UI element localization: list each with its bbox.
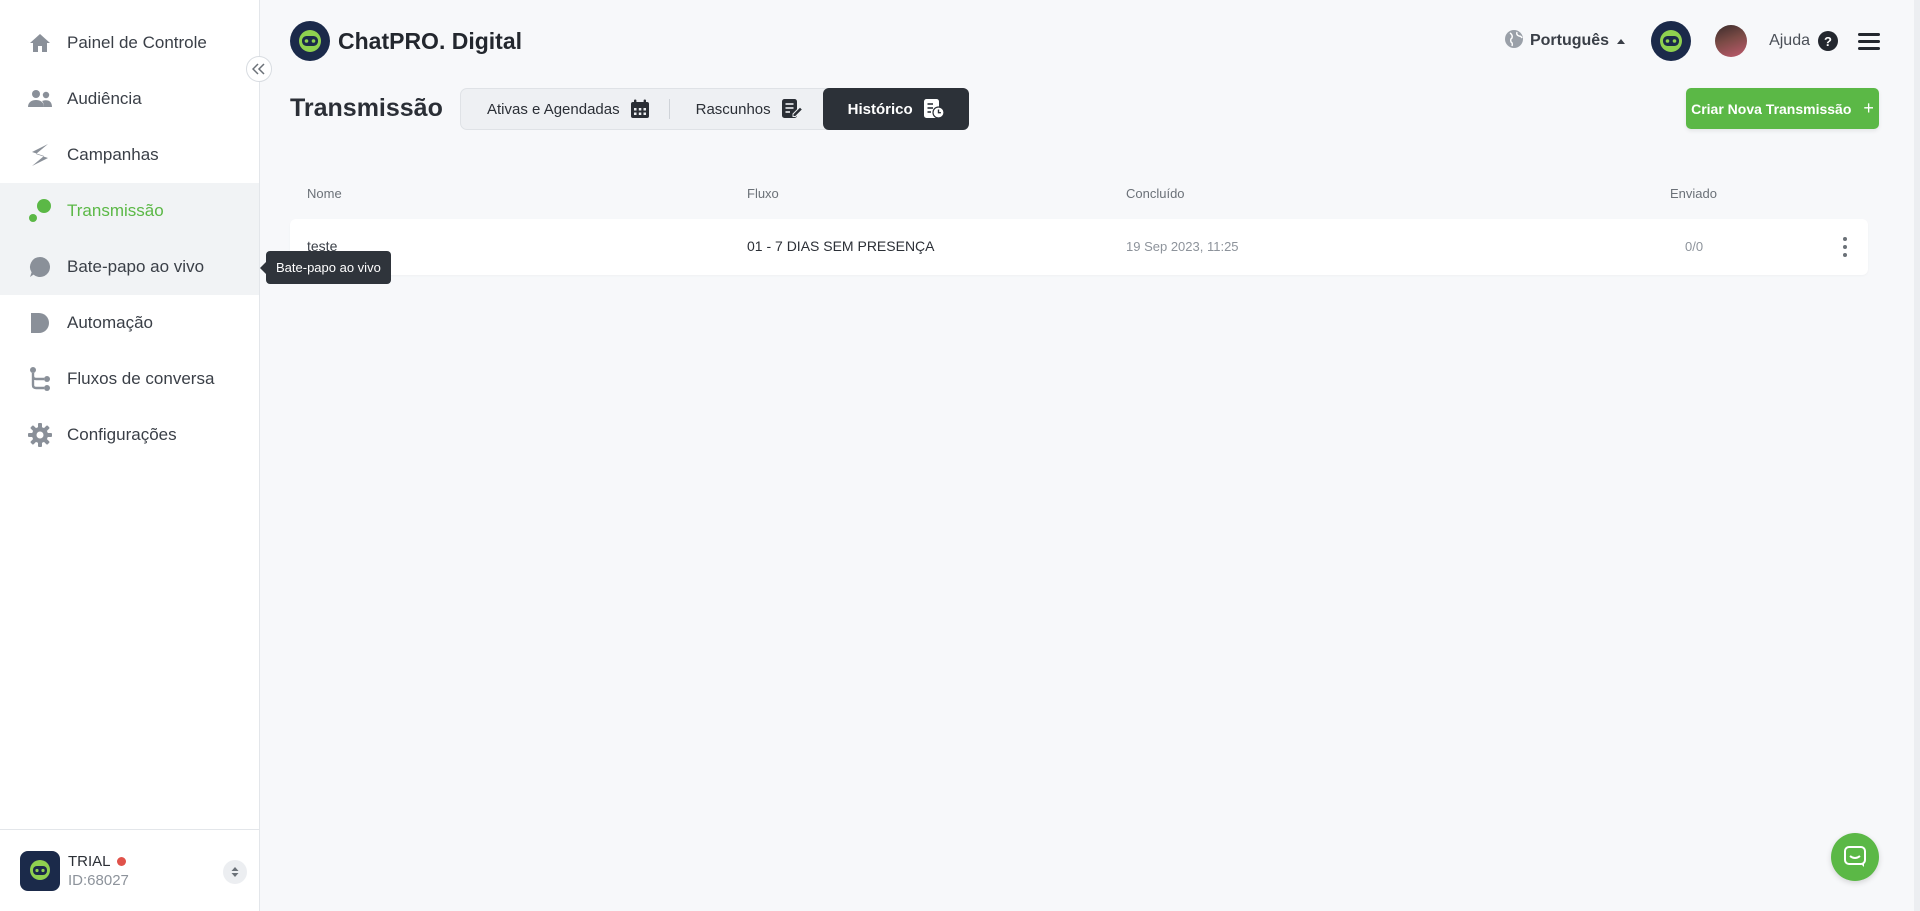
automation-icon [27, 310, 53, 336]
tab-rascunhos[interactable]: Rascunhos [670, 89, 823, 129]
more-options-icon[interactable] [1842, 237, 1848, 257]
question-icon: ? [1818, 31, 1838, 51]
collapse-sidebar-button[interactable] [246, 56, 272, 82]
sidebar-item-audiencia[interactable]: Audiência [0, 71, 259, 127]
sidebar-item-transmissao[interactable]: Transmissão [0, 183, 259, 239]
brand: ChatPRO. Digital [290, 21, 522, 61]
sidebar-item-automacao[interactable]: Automação [0, 295, 259, 351]
sidebar-item-label: Painel de Controle [67, 33, 207, 52]
brand-name: ChatPRO. Digital [338, 27, 523, 54]
sidebar-item-bate-papo[interactable]: Bate-papo ao vivo [0, 239, 259, 295]
globe-icon [1504, 29, 1524, 54]
page-scrollbar[interactable] [1914, 0, 1920, 911]
tab-label: Ativas e Agendadas [487, 100, 620, 118]
plus-icon: + [1863, 98, 1874, 118]
language-selector[interactable]: Português [1504, 29, 1626, 54]
header-actions: Português Ajuda ? [1504, 20, 1880, 62]
sidebar-item-label: Transmissão [67, 201, 164, 220]
users-icon [27, 86, 53, 112]
row-sent: 0/0 [1685, 239, 1704, 254]
column-header-nome: Nome [307, 186, 342, 201]
broadcast-tabs: Ativas e Agendadas Rascunhos Histórico [460, 88, 969, 130]
sidebar-item-fluxos[interactable]: Fluxos de conversa [0, 351, 259, 407]
help-button[interactable]: Ajuda ? [1769, 31, 1838, 51]
calendar-icon [630, 99, 650, 119]
gear-icon [27, 422, 53, 448]
account-plan: TRIAL [68, 852, 111, 870]
status-dot [116, 856, 126, 866]
sidebar: Painel de Controle Audiência Campanhas T… [0, 0, 260, 911]
sidebar-item-label: Audiência [67, 89, 142, 108]
sidebar-item-label: Fluxos de conversa [67, 369, 215, 388]
tab-ativas-agendadas[interactable]: Ativas e Agendadas [461, 89, 670, 129]
sidebar-item-campanhas[interactable]: Campanhas [0, 127, 259, 183]
history-icon [923, 98, 945, 120]
account-logo [20, 850, 60, 891]
table-header: Nome Fluxo Concluído Enviado [290, 186, 1868, 204]
user-avatar[interactable] [1715, 25, 1748, 57]
page-title: Transmissão [290, 94, 443, 122]
account-switcher[interactable]: TRIAL ID:68027 [0, 829, 259, 911]
create-broadcast-label: Criar Nova Transmissão [1691, 100, 1852, 117]
campaign-icon [27, 142, 53, 168]
column-header-enviado: Enviado [1670, 186, 1717, 201]
brand-logo [290, 21, 330, 61]
row-flow: 01 - 7 DIAS SEM PRESENÇA [747, 238, 935, 254]
switch-account-icon[interactable] [223, 860, 247, 884]
sidebar-item-label: Configurações [67, 425, 177, 444]
caret-up-icon [1617, 38, 1626, 44]
sidebar-item-painel[interactable]: Painel de Controle [0, 15, 259, 71]
sidebar-nav: Painel de Controle Audiência Campanhas T… [0, 15, 259, 463]
sidebar-item-label: Bate-papo ao vivo [67, 257, 205, 276]
sidebar-item-label: Automação [67, 313, 153, 332]
language-label: Português [1529, 32, 1610, 49]
bot-avatar[interactable] [1651, 21, 1692, 61]
chat-icon [1844, 846, 1866, 867]
table-row[interactable]: teste 01 - 7 DIAS SEM PRESENÇA 19 Sep 20… [290, 219, 1868, 275]
flow-icon [27, 366, 53, 392]
support-chat-button[interactable] [1831, 833, 1879, 881]
create-broadcast-button[interactable]: Criar Nova Transmissão + [1686, 88, 1879, 129]
help-label: Ajuda [1769, 32, 1810, 49]
tab-label: Rascunhos [695, 100, 771, 118]
draft-icon [781, 98, 803, 120]
account-id: ID:68027 [68, 871, 129, 889]
sidebar-tooltip: Bate-papo ao vivo [260, 251, 391, 284]
row-completed: 19 Sep 2023, 11:25 [1126, 239, 1239, 254]
column-header-fluxo: Fluxo [747, 186, 779, 201]
column-header-concluido: Concluído [1126, 186, 1185, 201]
chat-bubble-icon [27, 254, 53, 280]
hamburger-menu-icon[interactable] [1858, 29, 1880, 54]
broadcast-icon [27, 198, 53, 224]
tab-historico[interactable]: Histórico [822, 88, 969, 130]
tab-label: Histórico [847, 100, 913, 118]
sidebar-item-label: Campanhas [67, 145, 159, 164]
sidebar-item-configuracoes[interactable]: Configurações [0, 407, 259, 463]
home-icon [27, 30, 53, 56]
